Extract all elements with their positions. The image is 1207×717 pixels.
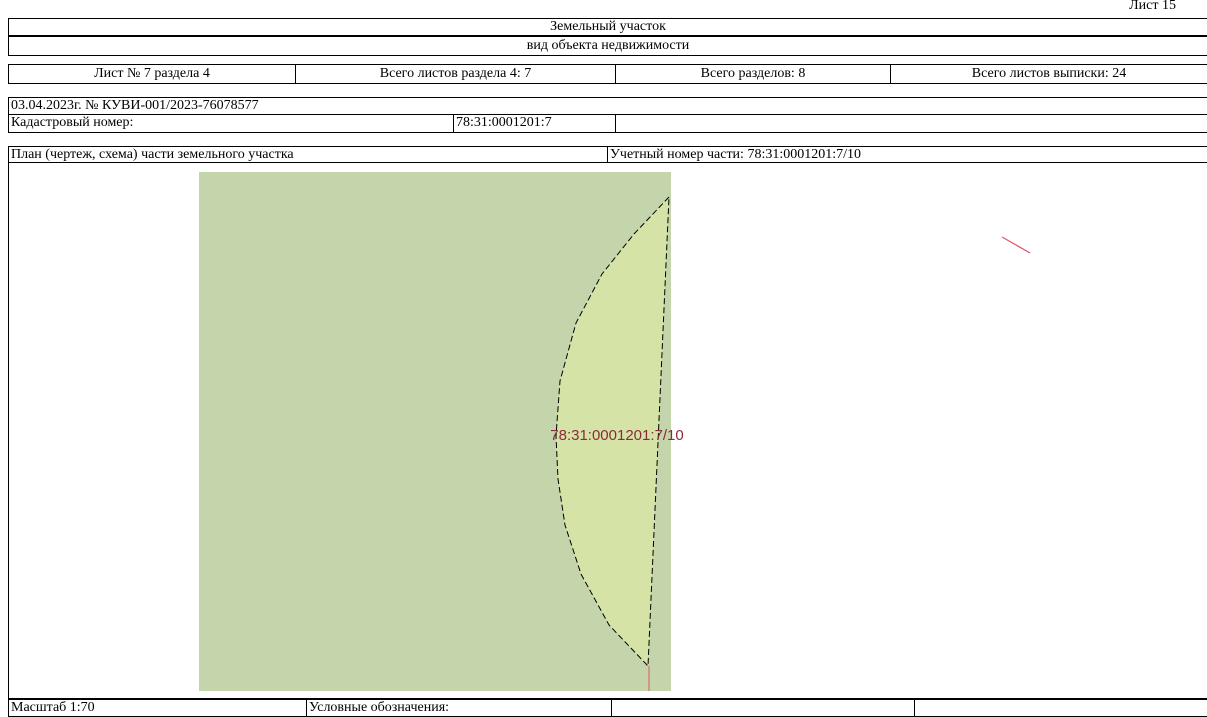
cadastral-value: 78:31:0001201:7 (456, 115, 552, 130)
document-ref: 03.04.2023г. № КУВИ-001/2023-76078577 (11, 98, 259, 113)
part-map-label: 78:31:0001201:7/10 (550, 427, 683, 444)
plan-header-row: План (чертеж, схема) части земельного уч… (8, 146, 1207, 163)
footer-row: Масштаб 1:70 Условные обозначения: (8, 699, 1207, 717)
marker-line (1001, 236, 1031, 254)
sheet-info-row: Лист № 7 раздела 4 Всего листов раздела … (8, 64, 1207, 84)
plan-drawing-area: 78:31:0001201:7/10 (8, 162, 1207, 699)
sheet-label: Лист 15 (1129, 0, 1176, 13)
part-number: Учетный номер части: 78:31:0001201:7/10 (610, 147, 862, 162)
sheet-number: Лист № 7 раздела 4 (94, 66, 210, 81)
scale: Масштаб 1:70 (11, 700, 95, 715)
object-subtitle: вид объекта недвижимости (526, 38, 690, 53)
extract-sheets-total: Всего листов выписки: 24 (971, 66, 1127, 81)
cadastral-row: Кадастровый номер: 78:31:0001201:7 (8, 114, 1207, 133)
object-title: Земельный участок (550, 19, 666, 34)
sections-total: Всего разделов: 8 (700, 66, 806, 81)
plan-title: План (чертеж, схема) части земельного уч… (11, 147, 294, 162)
legend-label: Условные обозначения: (309, 700, 450, 715)
object-subtitle-row: вид объекта недвижимости (8, 36, 1207, 56)
plan-drawing: 78:31:0001201:7/10 (199, 172, 1031, 691)
cadastral-label: Кадастровый номер: (11, 115, 134, 130)
document-ref-row: 03.04.2023г. № КУВИ-001/2023-76078577 (8, 97, 1207, 115)
object-title-row: Земельный участок (8, 18, 1207, 36)
section-sheets-total: Всего листов раздела 4: 7 (379, 66, 532, 81)
